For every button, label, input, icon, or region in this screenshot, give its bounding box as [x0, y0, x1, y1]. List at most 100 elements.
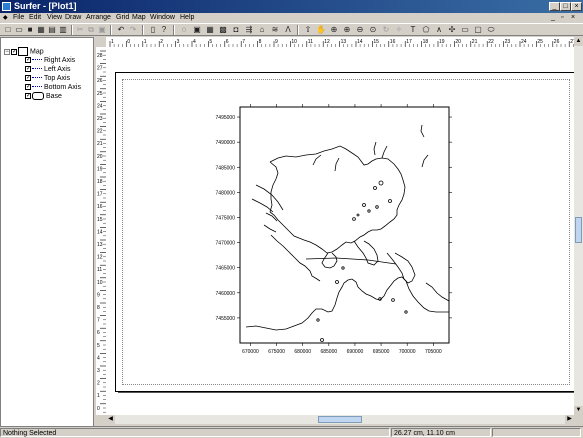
menu-edit[interactable]: Edit [29, 13, 41, 23]
reshape-icon[interactable]: ✧ [394, 25, 404, 35]
text-tool-icon[interactable]: T [408, 25, 418, 35]
wireframe-icon[interactable]: ⌂ [257, 25, 267, 35]
tree-item-map[interactable]: − ✓ Map [4, 47, 44, 56]
contour-map-icon[interactable]: ◌ [179, 25, 189, 35]
post-map-icon[interactable]: ▦ [205, 25, 215, 35]
ruler-label: 22 [97, 129, 103, 135]
menu-help[interactable]: Help [180, 13, 194, 23]
tree-item-right-axis[interactable]: ✓ Right Axis [25, 56, 75, 65]
vertical-scrollbar[interactable]: ▲ ▼ [574, 37, 583, 415]
polyline-tool-icon[interactable]: ∧ [434, 25, 444, 35]
collapse-icon[interactable]: − [4, 48, 10, 55]
menu-file[interactable]: File [13, 13, 24, 23]
rotate-icon[interactable]: ↻ [381, 25, 391, 35]
doc-close-button[interactable]: × [571, 13, 575, 23]
checkbox[interactable]: ✓ [11, 48, 17, 55]
save-icon[interactable]: ■ [25, 25, 35, 35]
select-arrow-icon[interactable]: ⇧ [303, 25, 313, 35]
horizontal-scrollbar[interactable]: ◀ ▶ [106, 415, 574, 424]
zoom-rect-icon[interactable]: ⊕ [329, 25, 339, 35]
rounded-rect-tool-icon[interactable]: ▢ [473, 25, 483, 35]
grid-icon[interactable]: ▤ [47, 25, 57, 35]
image-map-icon[interactable]: ▩ [218, 25, 228, 35]
print-icon[interactable]: ▥ [58, 25, 68, 35]
cut-icon[interactable]: ✂ [75, 25, 85, 35]
ruler-corner [96, 37, 106, 47]
menu-draw[interactable]: Draw [65, 13, 81, 23]
bay-channel-line [305, 257, 397, 265]
menu-window[interactable]: Window [150, 13, 175, 23]
checkbox[interactable]: ✓ [25, 75, 31, 82]
scroll-left-arrow-icon[interactable]: ◀ [106, 415, 115, 424]
island [316, 318, 320, 322]
island [391, 298, 395, 302]
help-pointer-icon[interactable]: ? [159, 25, 169, 35]
menu-view[interactable]: View [47, 13, 62, 23]
base-map-icon[interactable]: ▣ [192, 25, 202, 35]
ruler-label: 1 [111, 39, 114, 45]
paste-icon[interactable]: ▣ [97, 25, 107, 35]
menu-map[interactable]: Map [132, 13, 146, 23]
object-manager-icon[interactable]: ▯ [148, 25, 158, 35]
close-button[interactable]: × [571, 2, 582, 11]
new-file-icon[interactable]: □ [3, 25, 13, 35]
checkbox[interactable]: ✓ [25, 93, 31, 100]
x-axis-ticks: 670000 675000 680000 685000 690000 695000 7000… [242, 104, 442, 355]
zoom-fit-icon[interactable]: ⊙ [368, 25, 378, 35]
horizontal-scroll-thumb[interactable] [318, 416, 362, 423]
zoom-in-icon[interactable]: ⊕ [342, 25, 352, 35]
maximize-button[interactable]: □ [560, 2, 571, 11]
island [378, 180, 384, 186]
tree-item-top-axis[interactable]: ✓ Top Axis [25, 74, 70, 83]
map-plot[interactable]: 670000 675000 680000 685000 690000 695000 7000… [106, 47, 574, 415]
zoom-out-icon[interactable]: ⊖ [355, 25, 365, 35]
doc-minimize-button[interactable]: _ [551, 13, 555, 23]
ruler-label: 3 [97, 368, 100, 374]
menu-arrange[interactable]: Arrange [86, 13, 111, 23]
ruler-label: 19 [97, 166, 103, 172]
ruler-label: 26 [97, 78, 103, 84]
river-5 [312, 154, 322, 166]
minimize-button[interactable]: _ [549, 2, 560, 11]
menu-grid[interactable]: Grid [116, 13, 129, 23]
x-tick-label: 690000 [347, 349, 364, 355]
ruler-label: 12 [97, 255, 103, 261]
checkbox[interactable]: ✓ [25, 66, 31, 73]
scroll-down-arrow-icon[interactable]: ▼ [574, 406, 583, 415]
checkbox[interactable]: ✓ [25, 57, 31, 64]
scroll-right-arrow-icon[interactable]: ▶ [565, 415, 574, 424]
open-folder-icon[interactable]: ▭ [14, 25, 24, 35]
pan-hand-icon[interactable]: ✋ [316, 25, 326, 35]
checkbox[interactable]: ✓ [25, 84, 31, 91]
ruler-label: 27 [97, 66, 103, 72]
surface-icon[interactable]: ≋ [270, 25, 280, 35]
polygon-tool-icon[interactable]: ⬠ [421, 25, 431, 35]
y-tick-label: 7460000 [216, 291, 236, 297]
doc-control-icon[interactable]: ◆ [3, 13, 8, 23]
title-bar: Surfer - [Plot1] _ □ × [0, 0, 583, 13]
ruler-label: 14 [97, 229, 103, 235]
vertical-scroll-thumb[interactable] [575, 217, 582, 243]
plot-canvas[interactable]: 670000 675000 680000 685000 690000 695000 7000… [106, 47, 574, 415]
status-coordinates: 26.27 cm, 11.10 cm [391, 428, 491, 437]
worksheet-icon[interactable]: ▦ [36, 25, 46, 35]
ruler-ticks: 2827262524232221201918171615141312111098… [97, 50, 106, 413]
ellipse-tool-icon[interactable]: ⬭ [486, 25, 496, 35]
rectangle-tool-icon[interactable]: ▭ [460, 25, 470, 35]
ruler-label: 16 [390, 39, 396, 45]
vector-map-icon[interactable]: ⇶ [244, 25, 254, 35]
scroll-up-arrow-icon[interactable]: ▲ [574, 37, 583, 46]
tree-item-base[interactable]: ✓ Base [25, 92, 62, 101]
variogram-icon[interactable]: Λ [283, 25, 293, 35]
symbol-tool-icon[interactable]: ✣ [447, 25, 457, 35]
ruler-label: 24 [521, 39, 527, 45]
copy-icon[interactable]: ⧉ [86, 25, 96, 35]
redo-icon[interactable]: ↷ [128, 25, 138, 35]
doc-restore-button[interactable]: ▫ [561, 13, 563, 23]
undo-icon[interactable]: ↶ [116, 25, 126, 35]
tree-item-bottom-axis[interactable]: ✓ Bottom Axis [25, 83, 81, 92]
ruler-label: 12 [324, 39, 330, 45]
surfer-app-icon[interactable] [2, 2, 11, 11]
tree-item-left-axis[interactable]: ✓ Left Axis [25, 65, 70, 74]
shaded-relief-icon[interactable]: ◘ [231, 25, 241, 35]
